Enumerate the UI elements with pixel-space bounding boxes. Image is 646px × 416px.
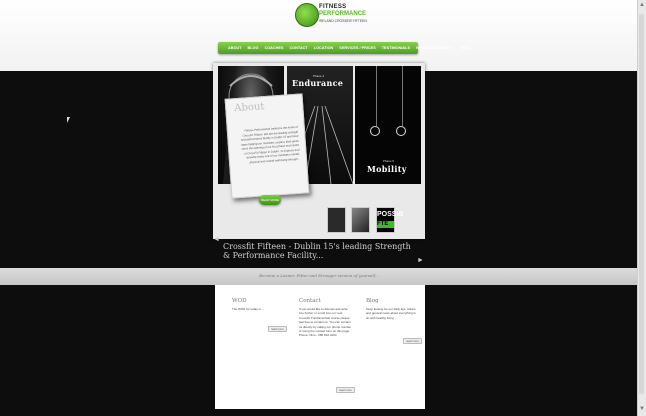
- scroll-up-icon[interactable]: ▲: [639, 2, 645, 8]
- column-contact-title: Contact: [299, 298, 321, 304]
- column-contact-text: If you would like to discuss and write i…: [299, 307, 352, 338]
- slider-next-icon[interactable]: ►: [417, 257, 424, 264]
- thumbnail-3-text-top: POSSIB: [377, 211, 404, 218]
- mouse-cursor-icon: [67, 117, 70, 123]
- rope-left: [376, 66, 377, 126]
- nav-item-contact[interactable]: CONTACT: [289, 46, 307, 50]
- about-text: Fitness Performance Ireland is the home …: [240, 124, 301, 164]
- column-blog: Blog Keep looking for our daily tips, ad…: [366, 298, 420, 320]
- main-nav: ABOUT BLOG COACHES CONTACT LOCATION SERV…: [218, 42, 470, 54]
- logo-line1: FITNESS: [319, 4, 347, 10]
- slide-panel-3[interactable]: Phase 5 Mobility: [355, 66, 421, 184]
- thumbnail-3-text-bottom: FTE: [377, 221, 394, 228]
- column-wod: WOD The WOD for today is ...: [232, 298, 292, 311]
- slide-thumbnail-3[interactable]: POSSIB FTE: [376, 207, 403, 233]
- panel-3-phase: Phase 5: [383, 159, 395, 163]
- nav-item-blog[interactable]: BLOG: [248, 46, 259, 50]
- column-blog-text: Keep looking for our daily tips, advice …: [366, 307, 417, 320]
- column-contact: Contact If you would like to discuss and…: [299, 298, 353, 338]
- wod-read-more-button[interactable]: read more: [268, 326, 287, 332]
- logo-tagline: IRELAND CROSSFIT FIFTEEN: [319, 19, 367, 23]
- vertical-scrollbar[interactable]: ▲ ▼: [637, 0, 646, 416]
- gym-ring-icon: [370, 126, 380, 136]
- about-read-more-button[interactable]: READ MORE: [259, 195, 281, 205]
- nav-item-about[interactable]: ABOUT: [228, 46, 242, 50]
- nav-item-location[interactable]: LOCATION: [314, 46, 334, 50]
- logo-number: D.15: [345, 19, 353, 23]
- scrollbar-thumb[interactable]: [639, 14, 644, 394]
- scroll-down-icon[interactable]: ▼: [639, 406, 645, 412]
- blog-read-more-button[interactable]: read more: [403, 338, 422, 344]
- panel-3-title: Mobility: [367, 164, 407, 174]
- logo-line2: PERFORMANCE: [319, 11, 367, 17]
- logo-mark-icon: [295, 3, 319, 27]
- slide-caption: Crossfit Fifteen - Dublin 15's leading S…: [223, 242, 411, 260]
- gym-ring-icon: [396, 126, 406, 136]
- nav-item-testimonials[interactable]: TESTIMONIALS: [382, 46, 410, 50]
- slide-thumbnail-2[interactable]: [351, 207, 370, 233]
- column-wod-text: The WOD for today is ...: [232, 307, 265, 311]
- slider-prev-icon[interactable]: ◄: [213, 236, 220, 243]
- about-card: About Fitness Performance Ireland is the…: [224, 93, 310, 199]
- contact-read-more-button[interactable]: read more: [336, 387, 355, 393]
- site-logo[interactable]: FITNESS PERFORMANCE IRELAND CROSSFIT FIF…: [295, 3, 367, 31]
- nav-item-services[interactable]: SERVICES / PRICES: [339, 46, 375, 50]
- nav-item-wod[interactable]: WOD: [460, 46, 469, 50]
- about-title: About: [233, 101, 265, 115]
- tagline-text: Become a Leaner, Fitter and Stronger ver…: [259, 273, 379, 278]
- slide-thumbnail-1[interactable]: [327, 207, 346, 233]
- nav-item-coaches[interactable]: COACHES: [264, 46, 283, 50]
- rope-right: [402, 66, 403, 126]
- column-wod-title: WOD: [232, 298, 247, 304]
- nav-item-what-is-crossfit[interactable]: WHAT IS CROSSFIT?: [416, 46, 454, 50]
- panel-2-title: Endurance: [292, 78, 344, 88]
- column-blog-title: Blog: [366, 298, 379, 304]
